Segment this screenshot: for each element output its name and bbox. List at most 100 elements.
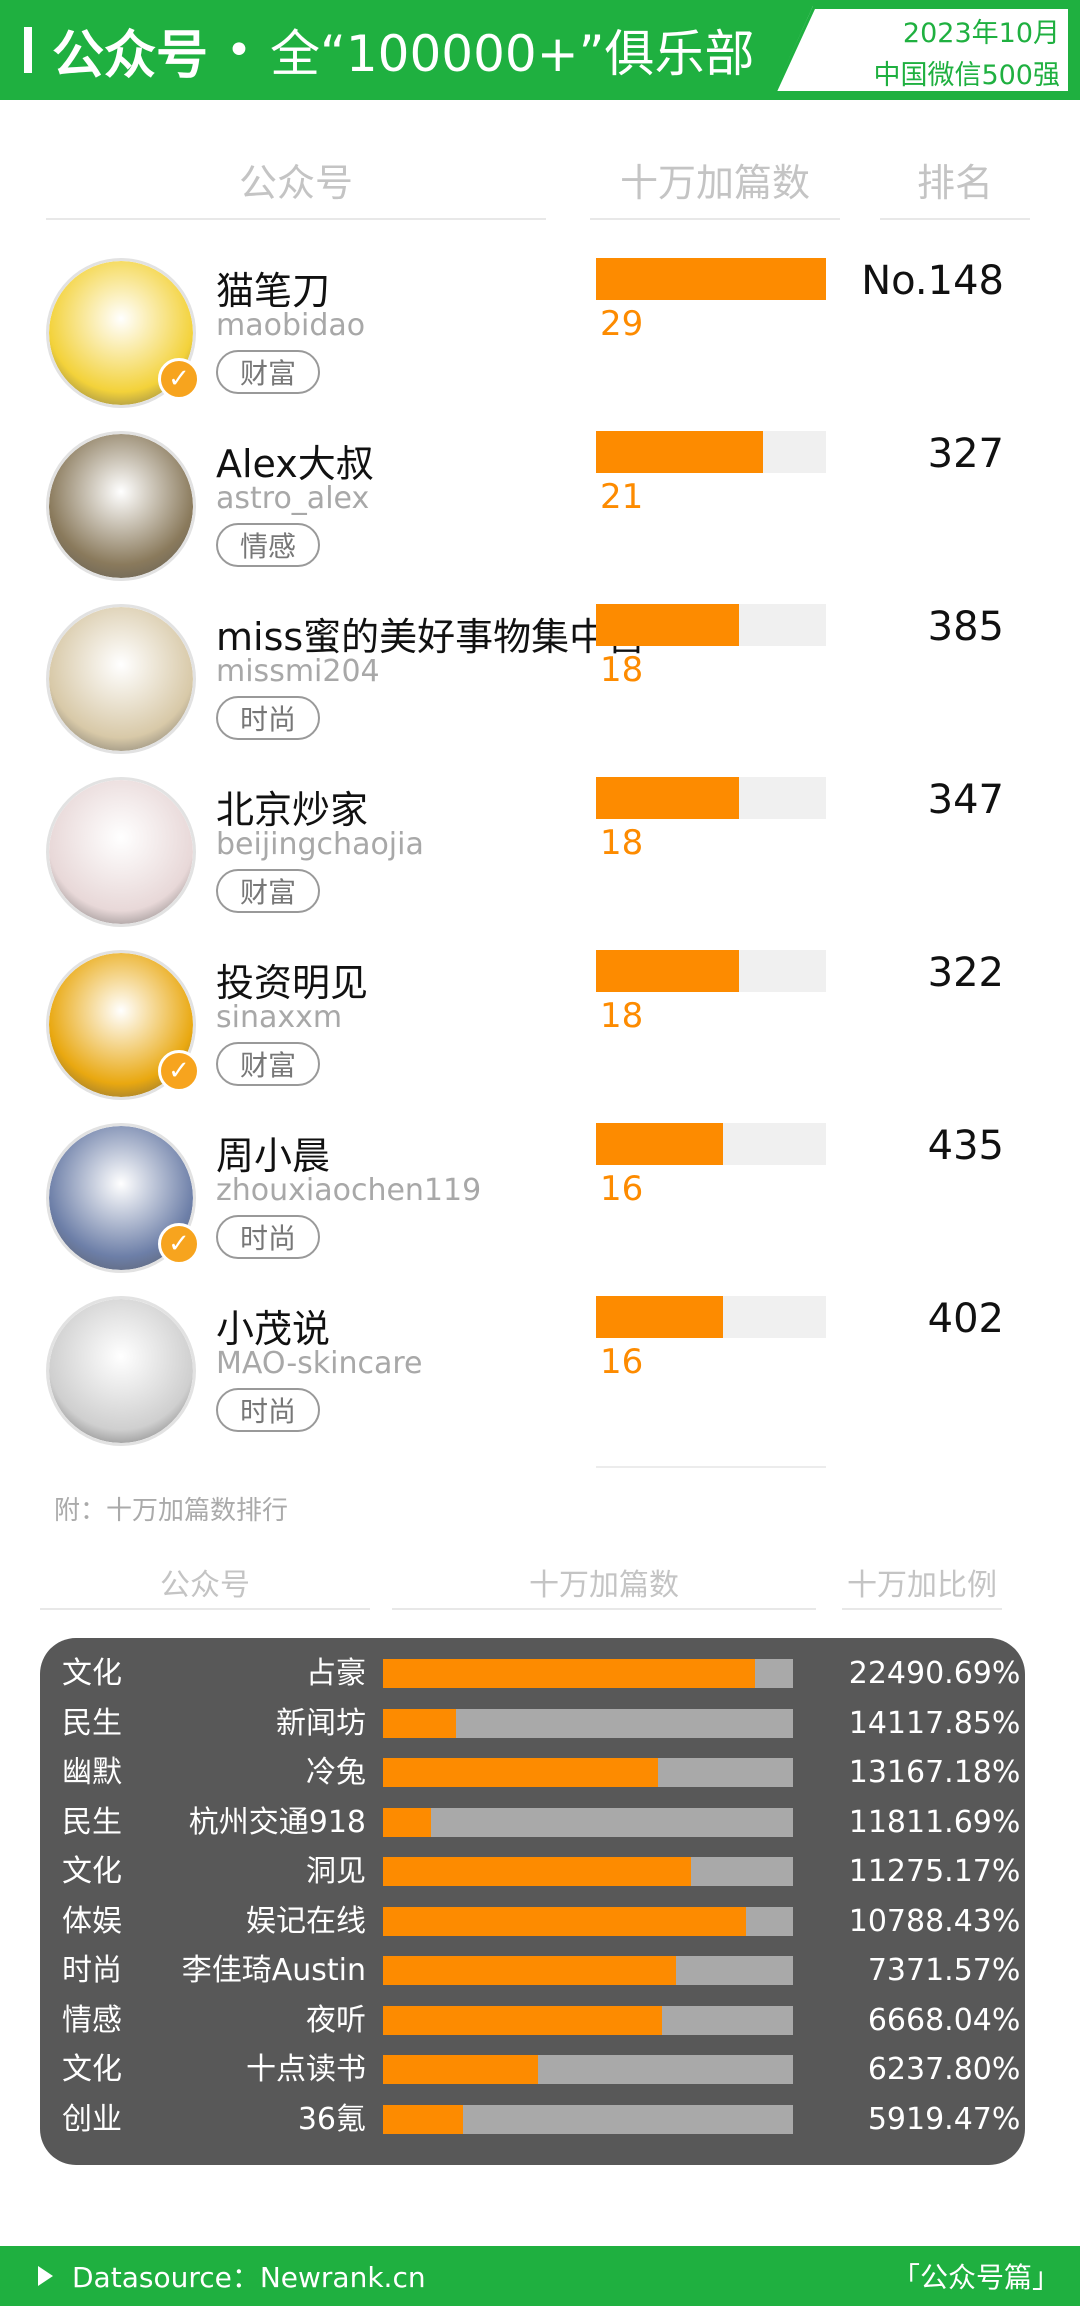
ranking-row: 文化 十点读书 62 37.80% bbox=[40, 2045, 1025, 2094]
ranking-category: 文化 bbox=[62, 2052, 122, 2087]
count-bar bbox=[596, 1123, 723, 1165]
ranking-account-name: 李佳琦Austin bbox=[181, 1953, 366, 1988]
avatar bbox=[46, 777, 196, 927]
verified-check-icon: ✓ bbox=[158, 358, 200, 400]
ranking-account-name: 新闻坊 bbox=[276, 1705, 366, 1741]
monkey-king-avatar bbox=[49, 780, 193, 924]
account-name: 周小晨 bbox=[216, 1134, 331, 1178]
rank-value: 402 bbox=[927, 1296, 1004, 1342]
account-id: zhouxiaochen119 bbox=[216, 1173, 482, 1208]
ratio-bar-track bbox=[383, 2055, 793, 2084]
account-name: 猫笔刀 bbox=[216, 269, 331, 313]
ranking-chart-panel: 文化 占豪 224 90.69% 民生 新闻坊 141 17.85% 幽默 冷兔 131 67.18%… bbox=[40, 1638, 1025, 2165]
account-name: 投资明见 bbox=[216, 961, 369, 1005]
ranking-ratio: 37.80% bbox=[906, 2052, 1021, 2087]
ratio-bar-track bbox=[383, 1807, 793, 1837]
ranking-row: 体娱 娱记在线 107 88.43% bbox=[40, 1897, 1025, 1946]
ranking-count: 107 bbox=[848, 1903, 906, 1939]
avatar bbox=[46, 431, 196, 581]
account-name: miss蜜的美好事物集中营 bbox=[216, 615, 646, 659]
title-category: 公众号 bbox=[52, 25, 209, 86]
column-divider bbox=[392, 1608, 816, 1610]
count-bar bbox=[596, 258, 826, 300]
account-row: ✓ 投资明见 sinaxxm 财富 18 322 bbox=[0, 950, 1080, 1123]
account-name: 小茂说 bbox=[216, 1307, 331, 1351]
appendix-header-count: 十万加篇数 bbox=[529, 1568, 679, 1603]
column-divider bbox=[880, 218, 1030, 220]
ratio-bar bbox=[383, 2005, 662, 2035]
column-divider bbox=[46, 218, 546, 220]
ranking-account-name: 洞见 bbox=[306, 1854, 366, 1889]
ranking-row: 民生 新闻坊 141 17.85% bbox=[40, 1699, 1025, 1748]
ranking-ratio: 11.69% bbox=[906, 1804, 1021, 1840]
appendix-title: 附：十万加篇数排行 bbox=[54, 1496, 289, 1526]
ranking-account-name: 娱记在线 bbox=[246, 1903, 366, 1939]
count-bar-track bbox=[596, 431, 826, 473]
column-header-rank: 排名 bbox=[916, 160, 993, 205]
account-row: miss蜜的美好事物集中营 missmi204 时尚 18 385 bbox=[0, 604, 1080, 777]
account-name: Alex大叔 bbox=[216, 442, 374, 486]
ratio-bar bbox=[383, 1956, 677, 1985]
account-id: missmi204 bbox=[216, 654, 380, 689]
category-tag: 时尚 bbox=[216, 696, 320, 740]
ratio-bar-track bbox=[383, 1708, 793, 1738]
avatar bbox=[46, 1296, 196, 1446]
ranking-account-name: 杭州交通918 bbox=[188, 1804, 366, 1840]
ranking-category: 文化 bbox=[62, 1656, 122, 1691]
category-tag: 财富 bbox=[216, 869, 320, 913]
account-id: beijingchaojia bbox=[216, 827, 424, 862]
ranking-category: 体娱 bbox=[62, 1903, 122, 1939]
category-tag: 时尚 bbox=[216, 1388, 320, 1432]
ranking-account-name: 十点读书 bbox=[246, 2052, 366, 2087]
ratio-bar bbox=[383, 1906, 746, 1936]
header-accent-bar bbox=[24, 27, 32, 73]
ratio-bar-track bbox=[383, 1659, 793, 1688]
count-bar bbox=[596, 1296, 723, 1338]
count-bar bbox=[596, 431, 763, 473]
count-label: 18 bbox=[600, 823, 644, 863]
ranking-account-name: 夜听 bbox=[306, 2002, 366, 2038]
count-label: 16 bbox=[600, 1342, 644, 1382]
ratio-bar bbox=[383, 2104, 463, 2134]
ranking-count: 59 bbox=[867, 2101, 906, 2137]
title-separator: • bbox=[226, 24, 252, 76]
ranking-count: 118 bbox=[848, 1804, 906, 1840]
ranking-count: 73 bbox=[867, 1953, 906, 1988]
ranking-category: 文化 bbox=[62, 1854, 122, 1889]
ratio-bar-track bbox=[383, 1906, 793, 1936]
appendix-header-account: 公众号 bbox=[160, 1568, 250, 1603]
category-tag: 财富 bbox=[216, 350, 320, 394]
count-bar-track bbox=[596, 777, 826, 819]
ranking-count: 66 bbox=[867, 2002, 906, 2038]
ratio-bar bbox=[383, 1659, 755, 1688]
ranking-account-name: 36氪 bbox=[297, 2101, 366, 2137]
rank-value: 385 bbox=[927, 604, 1004, 650]
account-row: 小茂说 MAO-skincare 时尚 16 402 bbox=[0, 1296, 1080, 1469]
ratio-bar-track bbox=[383, 1758, 793, 1787]
account-id: sinaxxm bbox=[216, 1000, 343, 1035]
title-subject: 全“100000+”俱乐部 bbox=[269, 25, 755, 83]
account-id: astro_alex bbox=[216, 481, 370, 516]
category-tag: 财富 bbox=[216, 1042, 320, 1086]
ranking-row: 民生 杭州交通918 118 11.69% bbox=[40, 1798, 1025, 1847]
painted-portrait-avatar bbox=[49, 434, 193, 578]
account-id: maobidao bbox=[216, 308, 366, 343]
data-source: Datasource：Newrank.cn bbox=[72, 2261, 426, 2294]
account-row: ✓ 猫笔刀 maobidao 财富 29 No.148 bbox=[0, 258, 1080, 431]
ranking-ratio: 17.85% bbox=[906, 1705, 1021, 1741]
ranking-count: 112 bbox=[848, 1854, 906, 1889]
ratio-bar-track bbox=[383, 2104, 793, 2134]
ranking-ratio: 88.43% bbox=[906, 1903, 1021, 1939]
ranking-account-name: 占豪 bbox=[306, 1656, 366, 1691]
ratio-bar bbox=[383, 1708, 457, 1738]
ranking-category: 民生 bbox=[62, 1804, 122, 1840]
ranking-ratio: 71.57% bbox=[906, 1953, 1021, 1988]
count-bar-track bbox=[596, 1296, 826, 1338]
account-id: MAO-skincare bbox=[216, 1346, 423, 1381]
ratio-bar-track bbox=[383, 1857, 793, 1886]
category-tag: 时尚 bbox=[216, 1215, 320, 1259]
verified-check-icon: ✓ bbox=[158, 1050, 200, 1092]
ranking-count: 224 bbox=[848, 1656, 906, 1691]
count-bar-track bbox=[596, 258, 826, 300]
rank-value: 327 bbox=[927, 431, 1004, 477]
